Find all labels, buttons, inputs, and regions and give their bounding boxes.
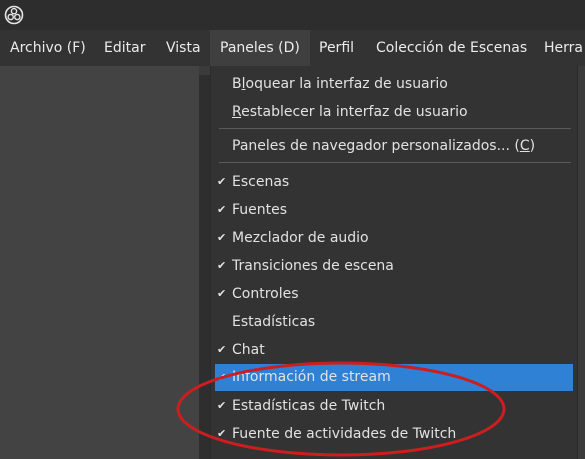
menu-herramientas[interactable]: Herra: [544, 30, 583, 66]
dock-item-label: Fuentes: [232, 202, 288, 218]
menu-bar: Archivo (F) Editar Vista Paneles (D) Per…: [0, 30, 585, 66]
lock-ui-item[interactable]: Bloquear la interfaz de usuario: [215, 72, 573, 96]
dock-item-info-stream[interactable]: ✔ Información de stream: [215, 364, 573, 391]
dock-item-label: Controles: [232, 286, 299, 302]
reset-ui-label: Restablecer la interfaz de usuario: [232, 104, 468, 120]
dock-item-estadisticas[interactable]: Estadísticas: [215, 310, 573, 334]
reset-ui-item[interactable]: Restablecer la interfaz de usuario: [215, 100, 573, 124]
checkmark-icon: ✔: [217, 371, 227, 384]
checkmark-icon: ✔: [217, 399, 227, 412]
dock-item-label: Escenas: [232, 174, 290, 190]
checkmark-icon: ✔: [217, 259, 227, 272]
dock-item-label: Estadísticas de Twitch: [232, 398, 386, 414]
checkmark-icon: ✔: [217, 231, 227, 244]
checkmark-icon: ✔: [217, 203, 227, 216]
custom-browser-docks-item[interactable]: Paneles de navegador personalizados... (…: [215, 134, 573, 158]
dock-item-label: Transiciones de escena: [232, 258, 394, 274]
checkmark-icon: ✔: [217, 343, 227, 356]
menu-archivo[interactable]: Archivo (F): [10, 30, 86, 66]
title-bar: [0, 0, 585, 30]
paneles-dropdown-menu: Bloquear la interfaz de usuario Restable…: [210, 66, 578, 459]
dock-item-fuentes[interactable]: ✔ Fuentes: [215, 198, 573, 222]
menu-vista[interactable]: Vista: [166, 30, 201, 66]
dock-item-label: Estadísticas: [232, 314, 316, 330]
lock-ui-label: Bloquear la interfaz de usuario: [232, 76, 448, 92]
checkmark-icon: ✔: [217, 427, 227, 440]
dock-item-escenas[interactable]: ✔ Escenas: [215, 170, 573, 194]
obs-logo-icon: [4, 5, 24, 25]
checkmark-icon: ✔: [217, 287, 227, 300]
checkmark-icon: ✔: [217, 175, 227, 188]
dock-item-twitch-activity[interactable]: ✔ Fuente de actividades de Twitch: [215, 422, 573, 446]
menu-perfil[interactable]: Perfil: [319, 30, 354, 66]
dock-item-twitch-stats[interactable]: ✔ Estadísticas de Twitch: [215, 394, 573, 418]
preview-panel: [0, 66, 199, 459]
menu-coleccion-escenas[interactable]: Colección de Escenas: [376, 30, 527, 66]
dock-item-label: Fuente de actividades de Twitch: [232, 426, 457, 442]
dock-item-label: Información de stream: [232, 369, 391, 385]
dock-item-mezclador-audio[interactable]: ✔ Mezclador de audio: [215, 226, 573, 250]
menu-separator: [219, 162, 571, 163]
dock-item-controles[interactable]: ✔ Controles: [215, 282, 573, 306]
menu-paneles[interactable]: Paneles (D): [210, 30, 310, 66]
dock-item-label: Chat: [232, 342, 265, 358]
dock-item-chat[interactable]: ✔ Chat: [215, 338, 573, 362]
menu-editar[interactable]: Editar: [104, 30, 145, 66]
custom-browser-docks-label: Paneles de navegador personalizados... (…: [232, 138, 536, 154]
menu-separator: [219, 128, 571, 129]
dock-item-label: Mezclador de audio: [232, 230, 369, 246]
dock-item-transiciones[interactable]: ✔ Transiciones de escena: [215, 254, 573, 278]
